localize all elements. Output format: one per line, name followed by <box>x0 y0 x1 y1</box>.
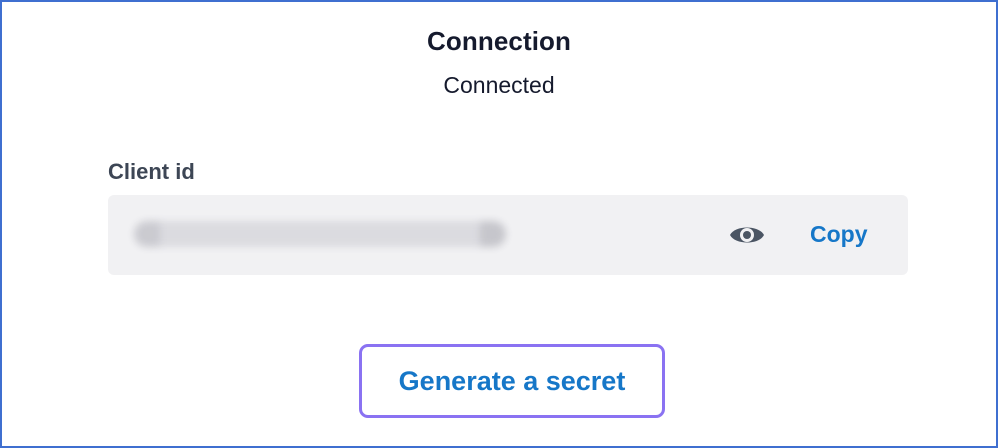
copy-button[interactable]: Copy <box>810 221 868 248</box>
connection-panel: Connection Connected Client id Copy Gene… <box>0 0 998 448</box>
client-id-label: Client id <box>108 159 195 184</box>
connection-title: Connection <box>427 26 571 56</box>
connection-status: Connected <box>443 72 555 98</box>
eye-icon[interactable] <box>728 219 766 251</box>
masked-client-id-value <box>134 221 506 247</box>
generate-secret-button[interactable]: Generate a secret <box>359 344 665 418</box>
client-id-field: Copy <box>108 195 908 275</box>
